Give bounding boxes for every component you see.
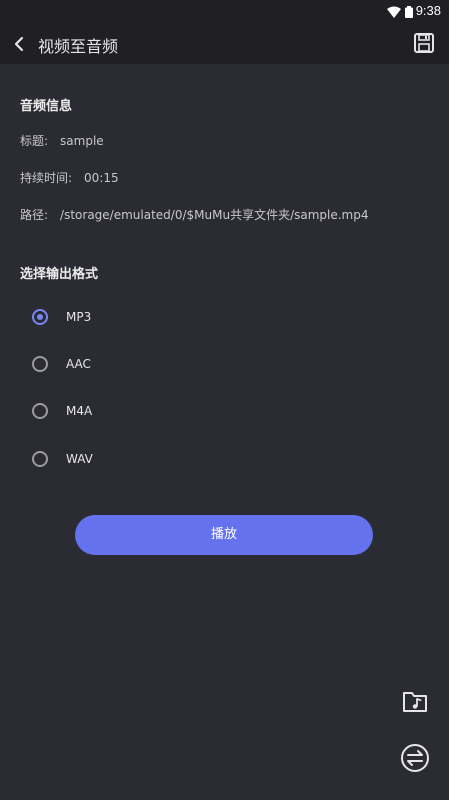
format-option-label: M4A: [66, 404, 93, 418]
save-icon[interactable]: [413, 32, 435, 54]
battery-icon: [405, 6, 413, 18]
swap-arrows-icon[interactable]: [400, 743, 430, 773]
info-duration-label: 持续时间:: [20, 171, 73, 185]
audio-info-heading: 音频信息: [20, 99, 73, 114]
status-bar: 9:38: [0, 0, 449, 24]
play-button[interactable]: 播放: [75, 515, 373, 555]
info-title-label: 标题:: [20, 134, 49, 148]
info-path-value: /storage/emulated/0/$MuMu共享文件夹/sample.mp…: [60, 208, 369, 222]
format-option-label: MP3: [66, 310, 92, 324]
radio-button-checked[interactable]: [32, 309, 48, 325]
info-path-row: 路径: /storage/emulated/0/$MuMu共享文件夹/sample…: [20, 206, 369, 223]
radio-button[interactable]: [32, 403, 48, 419]
info-duration-row: 持续时间: 00:15: [20, 169, 119, 186]
info-title-row: 标题: sample: [20, 132, 104, 149]
format-option-label: AAC: [66, 357, 91, 371]
back-chevron-icon[interactable]: [8, 32, 30, 56]
info-title-value: sample: [60, 134, 104, 148]
radio-button[interactable]: [32, 451, 48, 467]
info-duration-value: 00:15: [84, 171, 119, 185]
format-option-m4a[interactable]: M4A: [32, 400, 92, 422]
format-option-label: WAV: [66, 452, 93, 466]
screen: 9:38 视频至音频 音频信息 标题: sample 持续时间: 00:15 路径:…: [0, 0, 449, 800]
format-option-wav[interactable]: WAV: [32, 448, 93, 470]
output-format-heading: 选择输出格式: [20, 267, 99, 282]
wifi-icon: [387, 6, 401, 18]
page-title: 视频至音频: [38, 37, 119, 56]
format-option-aac[interactable]: AAC: [32, 353, 91, 375]
format-option-mp3[interactable]: MP3: [32, 306, 91, 328]
radio-button[interactable]: [32, 356, 48, 372]
music-folder-icon[interactable]: [402, 688, 428, 714]
info-path-label: 路径:: [20, 208, 49, 222]
status-time: 9:38: [415, 3, 441, 18]
app-bar: 视频至音频: [0, 24, 449, 64]
